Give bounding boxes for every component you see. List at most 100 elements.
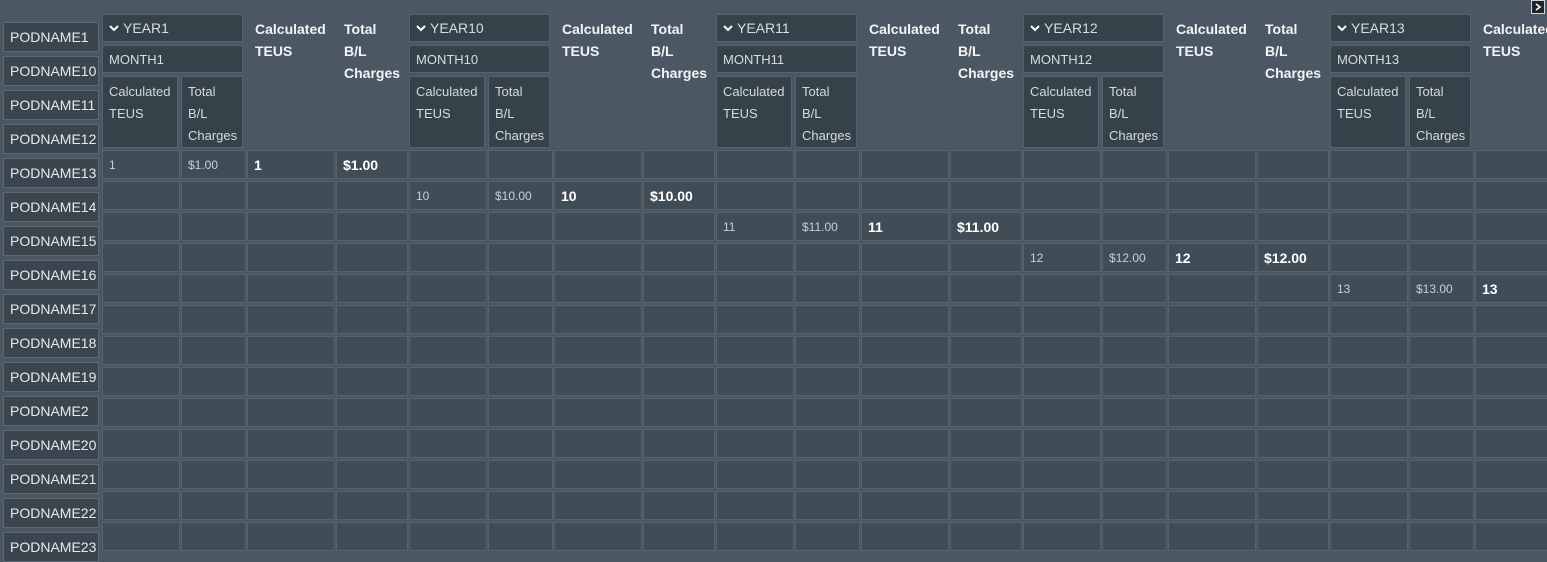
grid-cell bbox=[1257, 460, 1329, 489]
grid-cell bbox=[1257, 305, 1329, 334]
grid-cell bbox=[247, 429, 335, 458]
row-header[interactable]: PODNAME16 bbox=[3, 260, 99, 290]
grid-cell bbox=[102, 491, 180, 520]
total-header-charges: Total B/L Charges bbox=[344, 21, 401, 81]
grid-cell bbox=[409, 491, 487, 520]
grid-cell bbox=[1168, 305, 1256, 334]
grid-cell bbox=[795, 150, 860, 179]
grid-cell bbox=[409, 429, 487, 458]
grid-cell bbox=[336, 181, 408, 210]
grid-cell bbox=[1023, 274, 1101, 303]
grid-cell bbox=[181, 336, 246, 365]
grid-cell bbox=[181, 522, 246, 551]
grid-cell bbox=[488, 336, 553, 365]
grid-cell bbox=[1257, 429, 1329, 458]
row-header[interactable]: PODNAME15 bbox=[3, 226, 99, 256]
grid-cell bbox=[409, 367, 487, 396]
row-header[interactable]: PODNAME23 bbox=[3, 532, 99, 562]
grid-cell bbox=[950, 491, 1022, 520]
grid-cell bbox=[336, 212, 408, 241]
grid-cell bbox=[1409, 429, 1474, 458]
pivot-grid: PODNAME1 PODNAME10 PODNAME11 PODNAME12 PODNA… bbox=[0, 0, 1547, 562]
grid-cell bbox=[950, 181, 1022, 210]
row-header[interactable]: PODNAME18 bbox=[3, 328, 99, 358]
row-header-column: PODNAME1 PODNAME10 PODNAME11 PODNAME12 PODNA… bbox=[0, 0, 101, 562]
grid-cell bbox=[247, 305, 335, 334]
grid-cell: 12 bbox=[1168, 243, 1256, 272]
grid-cell bbox=[643, 460, 715, 489]
grid-cell bbox=[861, 274, 949, 303]
row-header[interactable]: PODNAME2 bbox=[3, 396, 99, 426]
row-header[interactable]: PODNAME21 bbox=[3, 464, 99, 494]
grid-cell bbox=[950, 150, 1022, 179]
scroll-right-button[interactable] bbox=[1531, 0, 1545, 14]
grid-cell bbox=[409, 150, 487, 179]
row-header[interactable]: PODNAME22 bbox=[3, 498, 99, 528]
grid-cell bbox=[950, 305, 1022, 334]
measure-header-charges: Total B/L Charges bbox=[488, 76, 550, 148]
grid-cell bbox=[643, 212, 715, 241]
grid-cell bbox=[1330, 305, 1408, 334]
grid-cell bbox=[1330, 336, 1408, 365]
grid-cell bbox=[950, 429, 1022, 458]
grid-cell: $12.00 bbox=[1257, 243, 1329, 272]
row-header[interactable]: PODNAME20 bbox=[3, 430, 99, 460]
grid-cell: 11 bbox=[861, 212, 949, 241]
row-header[interactable]: PODNAME13 bbox=[3, 158, 99, 188]
grid-cell bbox=[1257, 491, 1329, 520]
grid-cell bbox=[488, 522, 553, 551]
grid-cell bbox=[409, 398, 487, 427]
grid-cell bbox=[1475, 429, 1547, 458]
grid-cell bbox=[1102, 491, 1167, 520]
grid-cell: $11.00 bbox=[950, 212, 1022, 241]
grid-cell bbox=[247, 274, 335, 303]
grid-cell bbox=[1168, 181, 1256, 210]
row-header[interactable]: PODNAME17 bbox=[3, 294, 99, 324]
grid-cell bbox=[181, 367, 246, 396]
grid-cell bbox=[409, 522, 487, 551]
grid-cell bbox=[1409, 212, 1474, 241]
year-header[interactable]: YEAR12 bbox=[1023, 14, 1164, 42]
row-header[interactable]: PODNAME1 bbox=[3, 22, 99, 52]
grid-cell bbox=[1257, 336, 1329, 365]
grid-cell bbox=[1257, 367, 1329, 396]
grid-cell bbox=[488, 367, 553, 396]
grid-cell bbox=[716, 367, 794, 396]
grid-cell bbox=[1102, 212, 1167, 241]
grid-cell bbox=[1168, 398, 1256, 427]
grid-cell bbox=[643, 274, 715, 303]
grid-cell bbox=[643, 491, 715, 520]
grid-cell bbox=[1168, 274, 1256, 303]
grid-cell bbox=[488, 491, 553, 520]
row-header[interactable]: PODNAME19 bbox=[3, 362, 99, 392]
grid-cell bbox=[554, 367, 642, 396]
grid-cell bbox=[795, 181, 860, 210]
year-header[interactable]: YEAR11 bbox=[716, 14, 857, 42]
grid-cell bbox=[1168, 336, 1256, 365]
grid-cell bbox=[950, 336, 1022, 365]
column-header-area: YEAR1 MONTH1 Calculated TEUS Total B/L Char… bbox=[102, 0, 1547, 150]
month-header: MONTH13 bbox=[1330, 45, 1471, 73]
grid-cell: $1.00 bbox=[181, 150, 246, 179]
measure-header-teus: Calculated TEUS bbox=[1330, 76, 1406, 148]
grid-cell bbox=[102, 398, 180, 427]
year-header[interactable]: YEAR13 bbox=[1330, 14, 1471, 42]
row-header[interactable]: PODNAME10 bbox=[3, 56, 99, 86]
grid-cell: $11.00 bbox=[795, 212, 860, 241]
measure-header-teus: Calculated TEUS bbox=[102, 76, 178, 148]
grid-cell bbox=[1409, 522, 1474, 551]
grid-cell bbox=[1023, 212, 1101, 241]
grid-cell bbox=[102, 429, 180, 458]
row-header[interactable]: PODNAME11 bbox=[3, 90, 99, 120]
year-header[interactable]: YEAR1 bbox=[102, 14, 243, 42]
grid-cell bbox=[1330, 243, 1408, 272]
row-header[interactable]: PODNAME12 bbox=[3, 124, 99, 154]
grid-cell bbox=[716, 305, 794, 334]
grid-cell bbox=[1168, 367, 1256, 396]
grid-cell bbox=[1102, 150, 1167, 179]
total-header-charges: Total B/L Charges bbox=[958, 21, 1015, 81]
year-header[interactable]: YEAR10 bbox=[409, 14, 550, 42]
grid-cell: $10.00 bbox=[643, 181, 715, 210]
row-header[interactable]: PODNAME14 bbox=[3, 192, 99, 222]
grid-cell bbox=[643, 150, 715, 179]
